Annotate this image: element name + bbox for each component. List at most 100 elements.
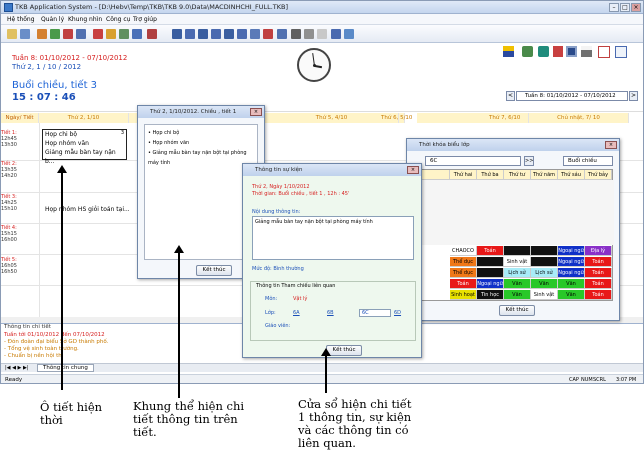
menu-cong-cu[interactable]: Công cụ — [106, 16, 130, 23]
export-icon[interactable] — [615, 46, 627, 58]
grid-view-icon[interactable] — [211, 29, 221, 39]
menu-tro-giup[interactable]: Trợ giúp — [133, 16, 157, 23]
table-cell[interactable]: Văn — [504, 279, 531, 289]
table-cell[interactable]: Toán — [585, 279, 612, 289]
calendar-icon[interactable] — [503, 46, 514, 57]
tab-general-info[interactable]: Thông tin chung — [37, 364, 94, 372]
tab-scroll-icon[interactable]: |◀ ◀ ▶ ▶| — [5, 365, 29, 371]
class-link-6b[interactable]: 6B — [327, 310, 334, 316]
menu-he-thong[interactable]: Hệ thống — [7, 16, 35, 23]
table-cell[interactable]: Sinh vật — [504, 257, 531, 267]
close-icon[interactable]: × — [250, 108, 262, 116]
day-header-fri[interactable]: Thứ 6, 5/10 — [381, 113, 412, 123]
table-cell[interactable]: Lịch sử — [531, 268, 558, 278]
day-header[interactable]: Thứ 2, 1/10 — [39, 113, 129, 123]
close-icon[interactable]: × — [407, 166, 419, 174]
table-cell[interactable]: Văn — [558, 290, 585, 300]
table-cell[interactable]: Ngoại ngữ — [477, 279, 504, 289]
save-icon[interactable] — [20, 29, 30, 39]
tool-icon[interactable] — [50, 29, 60, 39]
tool-icon[interactable] — [317, 29, 327, 39]
refresh-icon[interactable] — [522, 46, 533, 57]
grid-view-icon[interactable] — [185, 29, 195, 39]
day-header[interactable]: Chủ nhật, 7/ 10 — [529, 113, 629, 123]
day-header[interactable]: Thứ 5, 4/10 — [265, 113, 399, 123]
table-cell[interactable]: Sinh vật — [531, 290, 558, 300]
tool-icon[interactable] — [304, 29, 314, 39]
tool-icon[interactable] — [63, 29, 73, 39]
tool-icon[interactable] — [76, 29, 86, 39]
table-cell[interactable]: Văn — [504, 290, 531, 300]
tool-icon[interactable] — [132, 29, 142, 39]
session-select[interactable]: Buổi chiều — [563, 156, 613, 166]
sync-icon[interactable] — [538, 46, 549, 57]
close-icon[interactable]: × — [631, 3, 641, 12]
tool-icon[interactable] — [119, 29, 129, 39]
grid-view-icon[interactable] — [172, 29, 182, 39]
table-cell[interactable]: Toán — [477, 246, 504, 256]
grid-view-icon[interactable] — [237, 29, 247, 39]
table-cell[interactable] — [531, 257, 558, 267]
tool-icon[interactable] — [277, 29, 287, 39]
table-cell[interactable]: Ngoại ngữ — [558, 268, 585, 278]
content-field[interactable]: Giảng mẫu bàn tay nặn bột tại phòng máy … — [252, 216, 414, 260]
tool-icon[interactable] — [263, 29, 273, 39]
close-timetable-button[interactable]: Kết thúc — [499, 305, 535, 316]
class-link-6a[interactable]: 6A — [293, 310, 300, 316]
table-cell[interactable]: Văn — [531, 279, 558, 289]
table-cell[interactable] — [477, 257, 504, 267]
list-item[interactable]: • Họp nhóm văn — [148, 138, 257, 148]
volume-icon[interactable] — [553, 46, 563, 57]
table-cell[interactable]: Toán — [450, 279, 477, 289]
close-icon[interactable]: × — [605, 141, 617, 149]
table-cell[interactable]: Toán — [585, 268, 612, 278]
tool-icon[interactable] — [331, 29, 341, 39]
table-cell[interactable]: Thể dục — [450, 268, 477, 278]
table-cell[interactable]: Ngoại ngữ — [558, 257, 585, 267]
tool-icon[interactable] — [37, 29, 47, 39]
class-select[interactable]: 6C — [425, 156, 521, 166]
table-cell[interactable]: Địa lý — [585, 246, 612, 256]
table-cell[interactable] — [504, 246, 531, 256]
close-detail-button[interactable]: Kết thúc — [196, 265, 232, 276]
table-cell[interactable] — [477, 268, 504, 278]
list-item[interactable]: • Họp chi bộ — [148, 128, 257, 138]
grid-view-icon[interactable] — [198, 29, 208, 39]
save-icon[interactable] — [566, 46, 577, 57]
table-cell[interactable]: Toán — [585, 257, 612, 267]
minimize-icon[interactable]: – — [609, 3, 619, 12]
table-cell[interactable] — [531, 246, 558, 256]
maximize-icon[interactable]: □ — [620, 3, 630, 12]
table-cell[interactable]: Văn — [558, 279, 585, 289]
menu-khung-nhin[interactable]: Khung nhìn — [68, 16, 102, 23]
table-cell[interactable]: Toán — [585, 290, 612, 300]
table-cell[interactable]: Lịch sử — [504, 268, 531, 278]
open-icon[interactable] — [7, 29, 17, 39]
previous-week-button[interactable]: < — [506, 91, 515, 101]
print-icon[interactable] — [581, 46, 592, 57]
class-link-6d[interactable]: 6D — [394, 310, 401, 316]
tool-icon[interactable] — [106, 29, 116, 39]
cell-item[interactable]: Họp nhóm HS giỏi toán tại... — [45, 206, 130, 213]
day-header[interactable]: Thứ 7, 6/10 — [417, 113, 529, 123]
class-link-6c[interactable]: 6C — [359, 309, 391, 317]
next-week-button[interactable]: > — [629, 91, 638, 101]
table-cell[interactable]: Thể dục — [450, 257, 477, 267]
list-item[interactable]: • Giảng mẫu bàn tay nặn bột tại phòng má… — [148, 148, 257, 168]
menu-quan-ly[interactable]: Quản lý — [41, 16, 64, 23]
week-select[interactable]: Tuần 8: 01/10/2012 - 07/10/2012 — [516, 91, 628, 101]
table-cell[interactable]: Tin học — [477, 290, 504, 300]
print-preview-icon[interactable] — [598, 46, 610, 58]
current-period-cell[interactable]: Họp chi bộ Họp nhóm văn Giảng mẫu bàn ta… — [42, 129, 127, 165]
close-info-button[interactable]: Kết thúc — [326, 345, 362, 356]
table-cell[interactable]: CHAOCO — [450, 246, 477, 256]
tool-icon[interactable] — [291, 29, 301, 39]
grid-view-icon[interactable] — [250, 29, 260, 39]
tool-icon[interactable] — [93, 29, 103, 39]
next-class-button[interactable]: >> — [524, 156, 534, 166]
tool-icon[interactable] — [344, 29, 354, 39]
tool-icon[interactable] — [147, 29, 157, 39]
grid-view-icon[interactable] — [224, 29, 234, 39]
table-cell[interactable]: Sinh hoạt — [450, 290, 477, 300]
table-cell[interactable]: Ngoại ngữ — [558, 246, 585, 256]
